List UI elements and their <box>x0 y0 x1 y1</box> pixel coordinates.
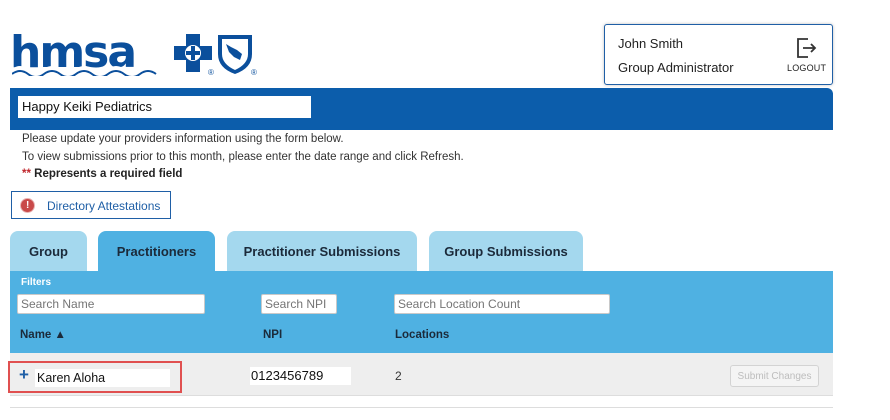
required-text: Represents a required field <box>30 168 183 180</box>
search-name-input[interactable] <box>17 294 205 314</box>
info-text-update: Please update your providers information… <box>22 133 344 145</box>
practitioner-npi-cell: 0123456789 <box>250 367 351 385</box>
filters-panel: Filters Name ▲ NPI Locations <box>10 271 833 353</box>
practitioner-locations-cell: 2 <box>395 369 402 383</box>
tab-group-submissions[interactable]: Group Submissions <box>429 231 583 272</box>
search-npi-input[interactable] <box>261 294 337 314</box>
alert-glyph: ! <box>26 200 30 211</box>
column-header-npi[interactable]: NPI <box>263 329 282 341</box>
info-text-date-range: To view submissions prior to this month,… <box>22 151 464 163</box>
alert-icon: ! <box>20 198 35 213</box>
search-location-count-input[interactable] <box>394 294 610 314</box>
column-header-name[interactable]: Name ▲ <box>20 329 66 341</box>
logout-icon <box>797 38 817 58</box>
directory-attestations-label: Directory Attestations <box>47 199 161 213</box>
practitioner-name-cell: Karen Aloha <box>35 369 170 387</box>
practice-banner: Happy Keiki Pediatrics <box>10 88 833 130</box>
user-name: John Smith <box>618 36 684 51</box>
registered-mark: ® <box>208 68 214 77</box>
logout-label: LOGOUT <box>787 63 827 73</box>
logo-waves-icon <box>12 66 157 76</box>
tab-practitioner-submissions[interactable]: Practitioner Submissions <box>227 231 417 272</box>
required-stars: ** <box>22 168 31 180</box>
logout-button[interactable]: LOGOUT <box>785 37 827 77</box>
tab-group[interactable]: Group <box>10 231 87 272</box>
practice-name-field[interactable]: Happy Keiki Pediatrics <box>18 96 311 118</box>
registered-mark: ® <box>251 68 257 77</box>
column-header-locations[interactable]: Locations <box>395 329 449 341</box>
user-card: John Smith Group Administrator LOGOUT <box>604 24 833 85</box>
submit-changes-button[interactable]: Submit Changes <box>730 365 819 387</box>
blue-shield-icon <box>218 35 252 74</box>
expand-row-icon[interactable]: + <box>19 366 29 384</box>
required-field-note: ** Represents a required field <box>22 168 182 180</box>
filters-label: Filters <box>21 277 52 288</box>
tab-practitioners[interactable]: Practitioners <box>98 231 215 272</box>
user-role: Group Administrator <box>618 60 734 75</box>
directory-attestations-button[interactable]: ! Directory Attestations <box>11 191 171 219</box>
row-divider <box>10 407 833 408</box>
blue-cross-icon <box>174 34 212 72</box>
hmsa-logo: hmsa ® ® <box>10 30 257 82</box>
